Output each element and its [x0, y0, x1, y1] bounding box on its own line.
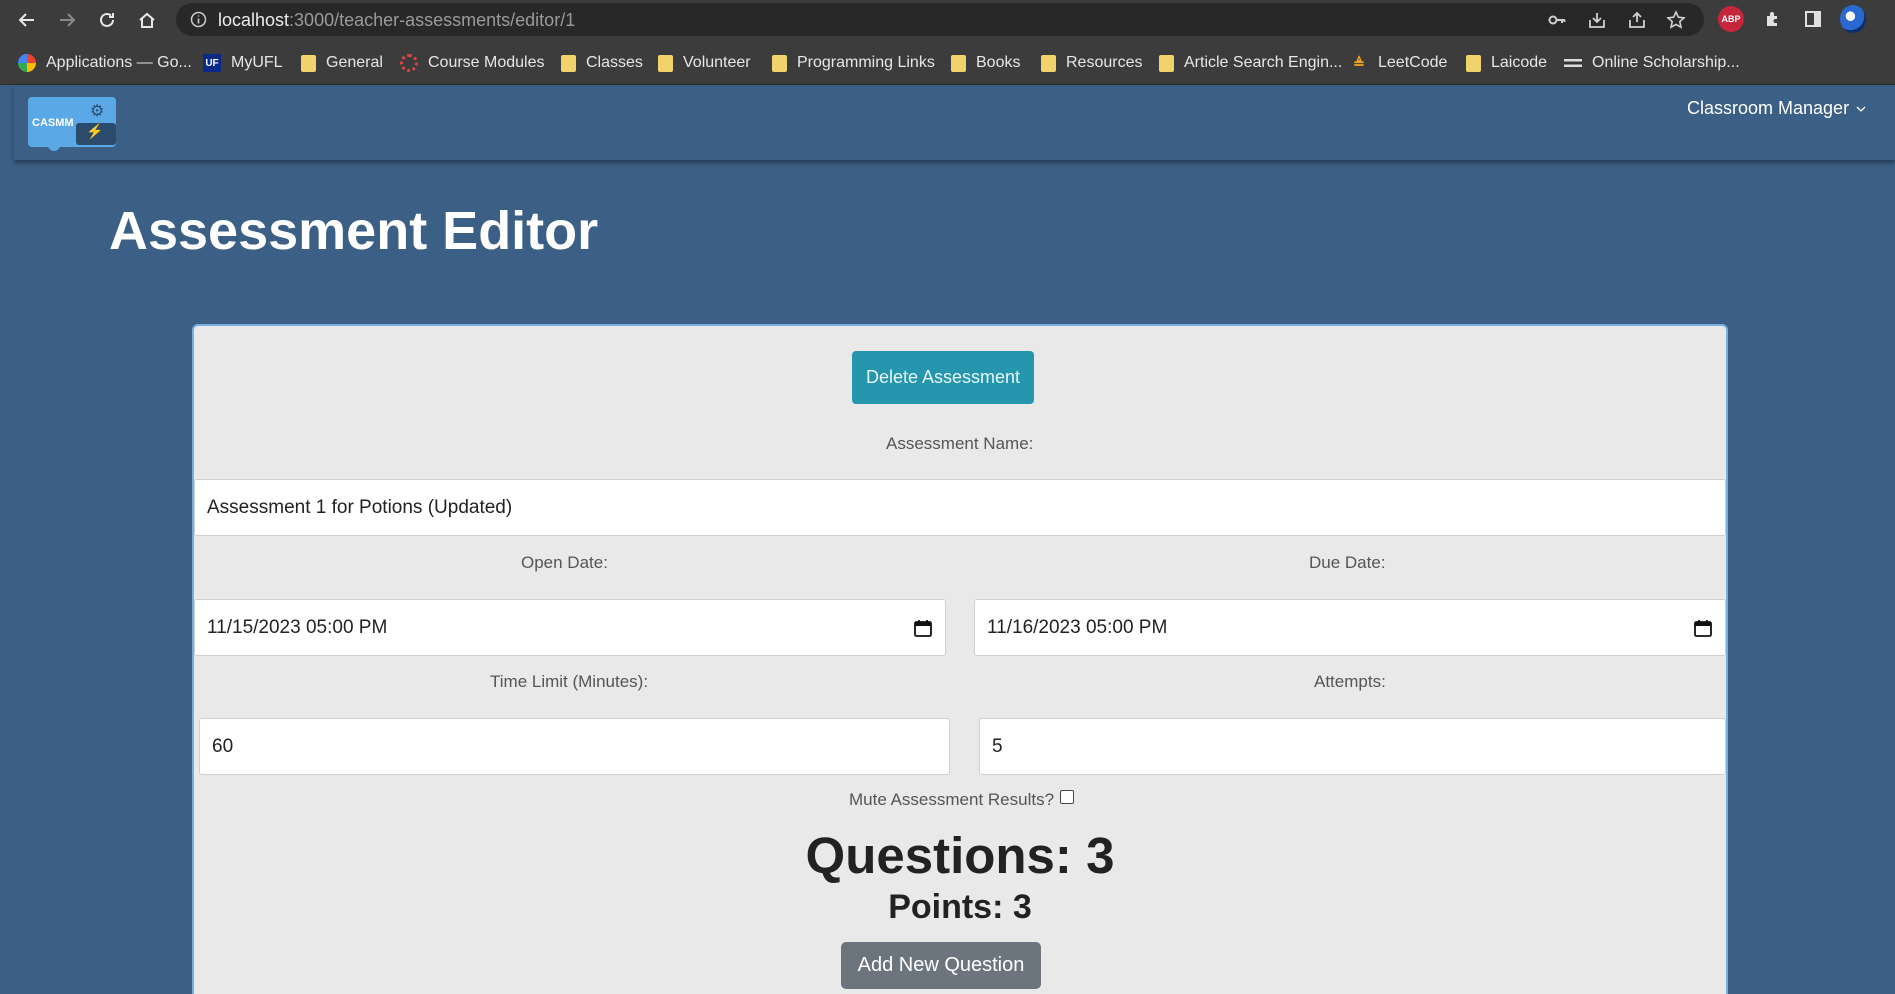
extensions-icon[interactable]: [1760, 6, 1786, 32]
attempts-label: Attempts:: [1314, 672, 1386, 691]
due-date-value: 11/16/2023 05:00 PM: [987, 616, 1168, 638]
folder-icon: [658, 54, 673, 72]
menu-label: Classroom Manager: [1687, 98, 1850, 118]
folder-icon: [1041, 54, 1056, 72]
chevron-down-icon: [1856, 106, 1866, 112]
mute-results-row: Mute Assessment Results?: [849, 790, 1075, 810]
casmm-logo[interactable]: ⚙ ⚡ CASMM: [28, 93, 120, 153]
folder-icon: [561, 54, 576, 72]
google-icon: [18, 54, 36, 72]
forward-icon[interactable]: [53, 6, 81, 34]
due-date-input[interactable]: 11/16/2023 05:00 PM: [974, 599, 1726, 656]
uf-icon: UF: [203, 54, 221, 72]
mute-results-label: Mute Assessment Results?: [849, 790, 1055, 809]
open-date-label: Open Date:: [521, 553, 608, 572]
site-icon: [1564, 59, 1582, 67]
open-date-input[interactable]: 11/15/2023 05:00 PM: [194, 599, 946, 656]
bookmark-item[interactable]: ≜ LeetCode: [1350, 52, 1447, 74]
assessment-name-value: Assessment 1 for Potions (Updated): [207, 496, 513, 518]
page-title: Assessment Editor: [109, 201, 599, 261]
points-count: Points: 3: [888, 888, 1032, 926]
install-icon[interactable]: [1587, 10, 1607, 30]
canvas-icon: [400, 54, 418, 72]
add-new-question-button[interactable]: Add New Question: [841, 942, 1041, 989]
folder-icon: [1466, 54, 1481, 72]
folder-icon: [772, 54, 787, 72]
assessment-editor-card: Delete Assessment Assessment Name: Asses…: [192, 324, 1728, 994]
time-limit-label: Time Limit (Minutes):: [490, 672, 649, 691]
bolt-icon: ⚡: [86, 123, 104, 139]
leetcode-icon: ≜: [1353, 54, 1365, 71]
home-icon[interactable]: [133, 6, 161, 34]
star-icon[interactable]: [1666, 10, 1686, 30]
side-panel-icon[interactable]: [1800, 6, 1826, 32]
attempts-value: 5: [992, 735, 1003, 757]
folder-icon: [951, 54, 966, 72]
attempts-input[interactable]: 5: [979, 718, 1726, 775]
bookmark-item[interactable]: Resources: [1041, 52, 1142, 74]
mute-results-checkbox[interactable]: [1060, 790, 1075, 804]
assessment-name-input[interactable]: Assessment 1 for Potions (Updated): [194, 479, 1726, 536]
reload-icon[interactable]: [93, 6, 121, 34]
calendar-icon[interactable]: [913, 618, 933, 638]
bookmark-item[interactable]: UF MyUFL: [203, 52, 283, 74]
bookmark-item[interactable]: Programming Links: [772, 52, 935, 74]
folder-icon: [301, 54, 316, 72]
bookmark-item[interactable]: Applications — Go...: [18, 52, 192, 74]
logo-text: CASMM: [32, 117, 74, 129]
address-bar[interactable]: localhost:3000/teacher-assessments/edito…: [176, 3, 1704, 36]
due-date-label: Due Date:: [1309, 553, 1386, 572]
share-icon[interactable]: [1627, 10, 1647, 30]
folder-icon: [1159, 54, 1174, 72]
bookmark-item[interactable]: Article Search Engin...: [1159, 52, 1342, 74]
time-limit-value: 60: [212, 735, 234, 757]
bookmark-item[interactable]: Course Modules: [400, 52, 545, 74]
bookmark-item[interactable]: Volunteer: [658, 52, 751, 74]
bookmarks-bar: Applications — Go... UF MyUFL General Cou…: [0, 39, 1895, 85]
bookmark-item[interactable]: Books: [951, 52, 1020, 74]
browser-toolbar: localhost:3000/teacher-assessments/edito…: [0, 0, 1895, 39]
bookmark-item[interactable]: General: [301, 52, 383, 74]
classroom-manager-menu[interactable]: Classroom Manager: [1687, 98, 1867, 119]
app-navbar: ⚙ ⚡ CASMM Classroom Manager: [14, 85, 1895, 160]
adblock-icon[interactable]: ABP: [1718, 6, 1744, 32]
back-icon[interactable]: [13, 6, 41, 34]
gear-icon: ⚙: [90, 103, 105, 120]
site-info-icon[interactable]: [190, 11, 207, 28]
time-limit-input[interactable]: 60: [199, 718, 950, 775]
bookmark-item[interactable]: Online Scholarship...: [1564, 52, 1740, 74]
assessment-name-label: Assessment Name:: [886, 434, 1034, 453]
bookmark-item[interactable]: Classes: [561, 52, 643, 74]
calendar-icon[interactable]: [1693, 618, 1713, 638]
url-text: localhost:3000/teacher-assessments/edito…: [218, 10, 576, 30]
questions-count: Questions: 3: [805, 827, 1115, 884]
key-icon[interactable]: [1547, 10, 1567, 30]
open-date-value: 11/15/2023 05:00 PM: [207, 616, 388, 638]
bookmark-item[interactable]: Laicode: [1466, 52, 1547, 74]
delete-assessment-button[interactable]: Delete Assessment: [852, 351, 1034, 404]
profile-avatar[interactable]: [1840, 5, 1866, 33]
